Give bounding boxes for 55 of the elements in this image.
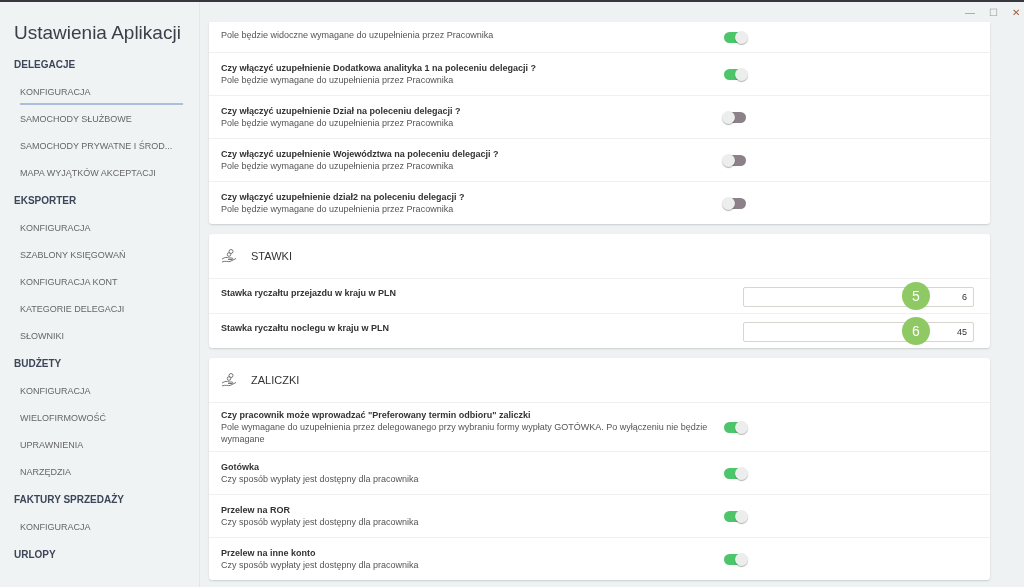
setting-title: Stawka ryczałtu przejazdu w kraju w PLN: [221, 287, 398, 299]
toggle-switch[interactable]: [724, 467, 746, 479]
setting-description: Pole będzie wymagane do uzupełnienia przez Pracownika: [221, 160, 455, 172]
setting-description: Czy sposób wypłaty jest dostępny dla pracownika: [221, 473, 420, 485]
step-marker: 6: [902, 316, 930, 345]
section-title: STAWKI: [251, 250, 292, 262]
setting-description: Czy sposób wypłaty jest dostępny dla pracownika: [221, 516, 420, 528]
section-heading: EKSPORTER: [14, 194, 78, 208]
setting-title: Czy włączyć uzupełnienie dział2 na poleceniu delegacji ?: [221, 191, 466, 203]
sidebar-item[interactable]: MAPA WYJĄTKÓW AKCEPTACJI: [20, 165, 183, 192]
setting-description: Pole będzie wymagane do uzupełnienia przez Pracownika: [221, 203, 455, 215]
sidebar-item[interactable]: KONFIGURACJA: [20, 84, 183, 105]
setting-description: Pole będzie widoczne wymagane do uzupełnienia przez Pracownika: [221, 29, 495, 41]
sidebar-item[interactable]: KONFIGURACJA KONT: [20, 274, 183, 301]
sidebar-item[interactable]: SAMOCHODY PRYWATNE I ŚROD...: [20, 138, 183, 165]
setting-title: Czy włączyć uzupełnienie Dział na poleceniu delegacji ?: [221, 105, 462, 117]
toggle-switch[interactable]: [724, 421, 746, 433]
toggle-switch[interactable]: [724, 510, 746, 522]
section-heading: BUDŻETY: [14, 356, 63, 371]
sidebar-item[interactable]: SŁOWNIKI: [20, 328, 183, 355]
setting-title: Czy włączyć uzupełnienie Dodatkowa analityka 1 na poleceniu delegacji ?: [221, 62, 538, 74]
toggle-switch[interactable]: [724, 111, 746, 123]
setting-title: Gotówka: [221, 461, 260, 473]
setting-title: Stawka ryczałtu noclegu w kraju w PLN: [221, 322, 391, 334]
sidebar-title: Ustawienia Aplikacji: [14, 22, 182, 44]
sidebar-item[interactable]: KONFIGURACJA: [20, 220, 183, 247]
section-heading: FAKTURY SPRZEDAŻY: [14, 492, 125, 507]
sidebar-item[interactable]: NARZĘDZIA: [20, 464, 183, 491]
setting-description: Pole będzie wymagane do uzupełnienia przez Pracownika: [221, 117, 455, 129]
toggle-switch[interactable]: [724, 154, 746, 166]
sidebar-item[interactable]: SZABLONY KSIĘGOWAŃ: [20, 247, 183, 274]
close-button[interactable]: ✕: [1012, 6, 1020, 18]
sidebar-item[interactable]: KATEGORIE DELEGACJI: [20, 301, 183, 328]
hand-coins-icon: [221, 372, 237, 388]
sidebar-item[interactable]: KONFIGURACJA: [20, 519, 183, 546]
hand-coins-icon: [221, 248, 237, 264]
sidebar-item[interactable]: KONFIGURACJA: [20, 383, 183, 410]
setting-description: Czy sposób wypłaty jest dostępny dla pracownika: [221, 559, 420, 571]
setting-description: Pole wymagane do uzupełnienia przez delegowanego przy wybraniu formy wypłaty GOTÓWKA. Po wyłączeniu nie będzie wymagane: [221, 421, 709, 445]
toggle-switch[interactable]: [724, 68, 746, 80]
setting-title: Czy włączyć uzupełnienie Województwa na poleceniu delegacji ?: [221, 148, 500, 160]
sidebar-item[interactable]: SAMOCHODY SŁUŻBOWE: [20, 111, 183, 138]
sidebar-item[interactable]: WIELOFIRMOWOŚĆ: [20, 410, 183, 437]
setting-title: Przelew na inne konto: [221, 547, 317, 559]
setting-title: Przelew na ROR: [221, 504, 292, 516]
step-marker: 5: [902, 281, 930, 310]
toggle-switch[interactable]: [724, 197, 746, 209]
section-title: ZALICZKI: [251, 374, 300, 386]
section-heading: URLOPY: [14, 548, 57, 562]
setting-description: Pole będzie wymagane do uzupełnienia przez Pracownika: [221, 74, 455, 86]
section-heading: DELEGACJE: [14, 58, 77, 72]
toggle-switch[interactable]: [724, 553, 746, 565]
toggle-switch[interactable]: [724, 31, 746, 43]
sidebar-item[interactable]: UPRAWNIENIA: [20, 437, 183, 464]
setting-title: Czy pracownik może wprowadzać "Preferowany termin odbioru" zaliczki: [221, 409, 532, 421]
